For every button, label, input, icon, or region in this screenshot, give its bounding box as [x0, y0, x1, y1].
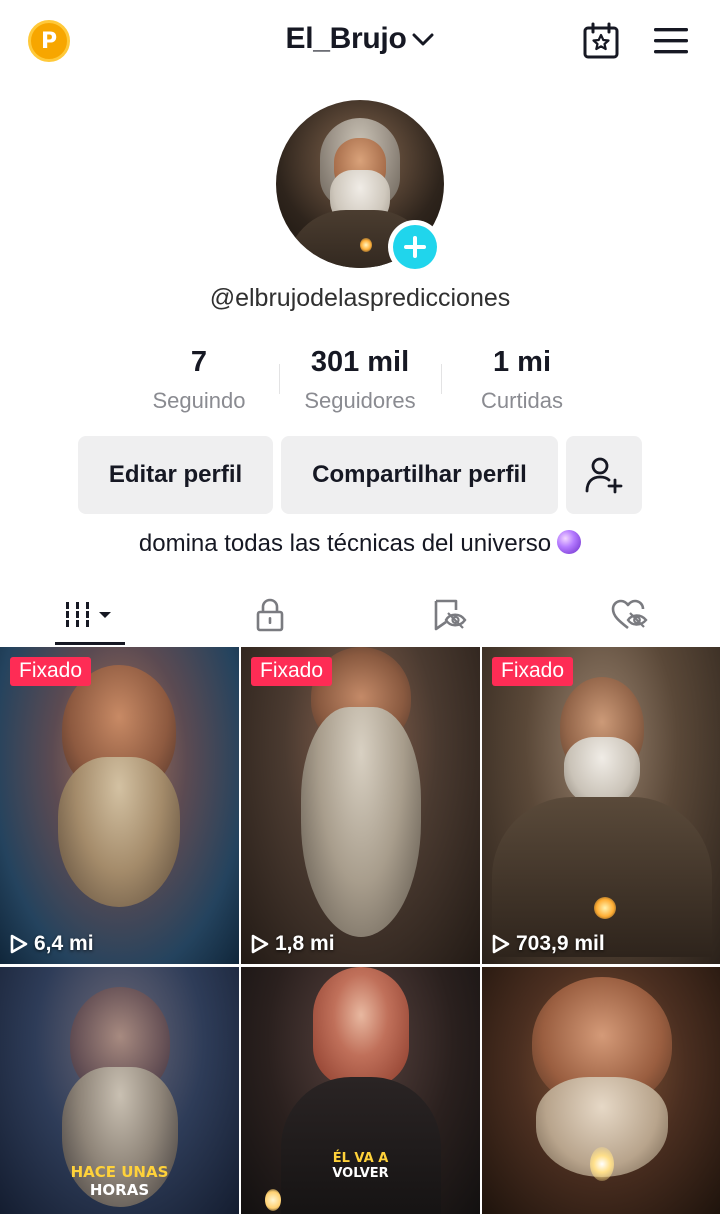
bio-text: domina todas las técnicas del universo [138, 530, 552, 557]
pinned-badge: Fixado [10, 657, 92, 686]
profile-tabs [0, 586, 720, 646]
thumbnail-candle [265, 1189, 281, 1211]
video-caption-line-2: HORAS [89, 1181, 150, 1199]
stat-followers[interactable]: 301 mil Seguidores [280, 346, 440, 414]
video-thumbnail[interactable]: ÉL VA A VOLVER [241, 967, 480, 1214]
thumbnail-beard [301, 707, 421, 937]
stat-label: Seguidores [304, 388, 416, 413]
video-grid: Fixado 6,4 mi Fixado 1,8 mi Fixado 703,9… [0, 647, 720, 1214]
edit-profile-button[interactable]: Editar perfil [78, 436, 273, 514]
tab-liked[interactable] [540, 586, 720, 644]
pinned-badge: Fixado [251, 657, 333, 686]
video-caption-line-2: VOLVER [332, 1166, 389, 1181]
lock-icon [256, 598, 284, 632]
crystal-ball-icon [557, 530, 582, 554]
add-story-button[interactable] [388, 220, 442, 274]
tab-saved-hidden[interactable] [360, 586, 540, 644]
plus-icon [393, 225, 437, 269]
calendar-star-icon[interactable] [582, 22, 620, 60]
active-tab-indicator [55, 642, 125, 645]
tab-private[interactable] [180, 586, 360, 644]
stat-label: Seguindo [152, 388, 246, 413]
videos-grid-icon [66, 602, 111, 627]
thumbnail-beard [58, 757, 180, 907]
video-thumbnail[interactable]: Fixado 703,9 mil [482, 647, 720, 964]
view-count-text: 1,8 mi [275, 932, 335, 955]
thumbnail-candle [594, 897, 616, 919]
play-icon [251, 934, 269, 954]
share-profile-button[interactable]: Compartilhar perfil [281, 436, 558, 514]
tab-videos[interactable] [0, 586, 180, 644]
thumbnail-dress [281, 1077, 441, 1214]
hamburger-menu-icon[interactable] [654, 26, 688, 56]
account-name: El_Brujo [285, 22, 407, 55]
pinned-badge: Fixado [492, 657, 574, 686]
video-thumbnail[interactable]: Fixado 6,4 mi [0, 647, 239, 964]
add-user-icon [585, 457, 623, 494]
video-caption-line-1: ÉL VA A [332, 1151, 389, 1166]
thumbnail-figure [313, 967, 409, 1087]
play-icon [492, 934, 510, 954]
top-bar: P El_Brujo [0, 0, 720, 84]
heart-slash-icon [611, 599, 648, 630]
avatar-candle [360, 238, 372, 252]
view-count-text: 703,9 mil [516, 932, 605, 955]
thumbnail-candle [590, 1147, 614, 1181]
video-thumbnail[interactable] [482, 967, 720, 1214]
view-count-text: 6,4 mi [34, 932, 94, 955]
view-count: 1,8 mi [251, 932, 335, 956]
eye-slash-bookmark-icon [434, 599, 467, 631]
stat-label: Curtidas [481, 388, 563, 413]
play-icon [10, 934, 28, 954]
bio: domina todas las técnicas del universo [0, 530, 720, 558]
view-count: 703,9 mil [492, 932, 605, 956]
username: @elbrujodelaspredicciones [209, 284, 511, 312]
stat-following[interactable]: 7 Seguindo [119, 346, 279, 414]
account-switcher[interactable]: El_Brujo [286, 22, 435, 56]
stat-likes[interactable]: 1 mi Curtidas [442, 346, 602, 414]
view-count: 6,4 mi [10, 932, 94, 956]
stat-value: 7 [190, 346, 208, 378]
stat-value: 301 mil [310, 346, 410, 378]
add-friends-button[interactable] [566, 436, 642, 514]
video-thumbnail[interactable]: Fixado 1,8 mi [241, 647, 480, 964]
video-caption-line-1: HACE UNAS [70, 1163, 169, 1181]
stat-value: 1 mi [492, 346, 552, 378]
chevron-down-icon [412, 33, 434, 46]
video-thumbnail[interactable]: HACE UNAS HORAS [0, 967, 239, 1214]
